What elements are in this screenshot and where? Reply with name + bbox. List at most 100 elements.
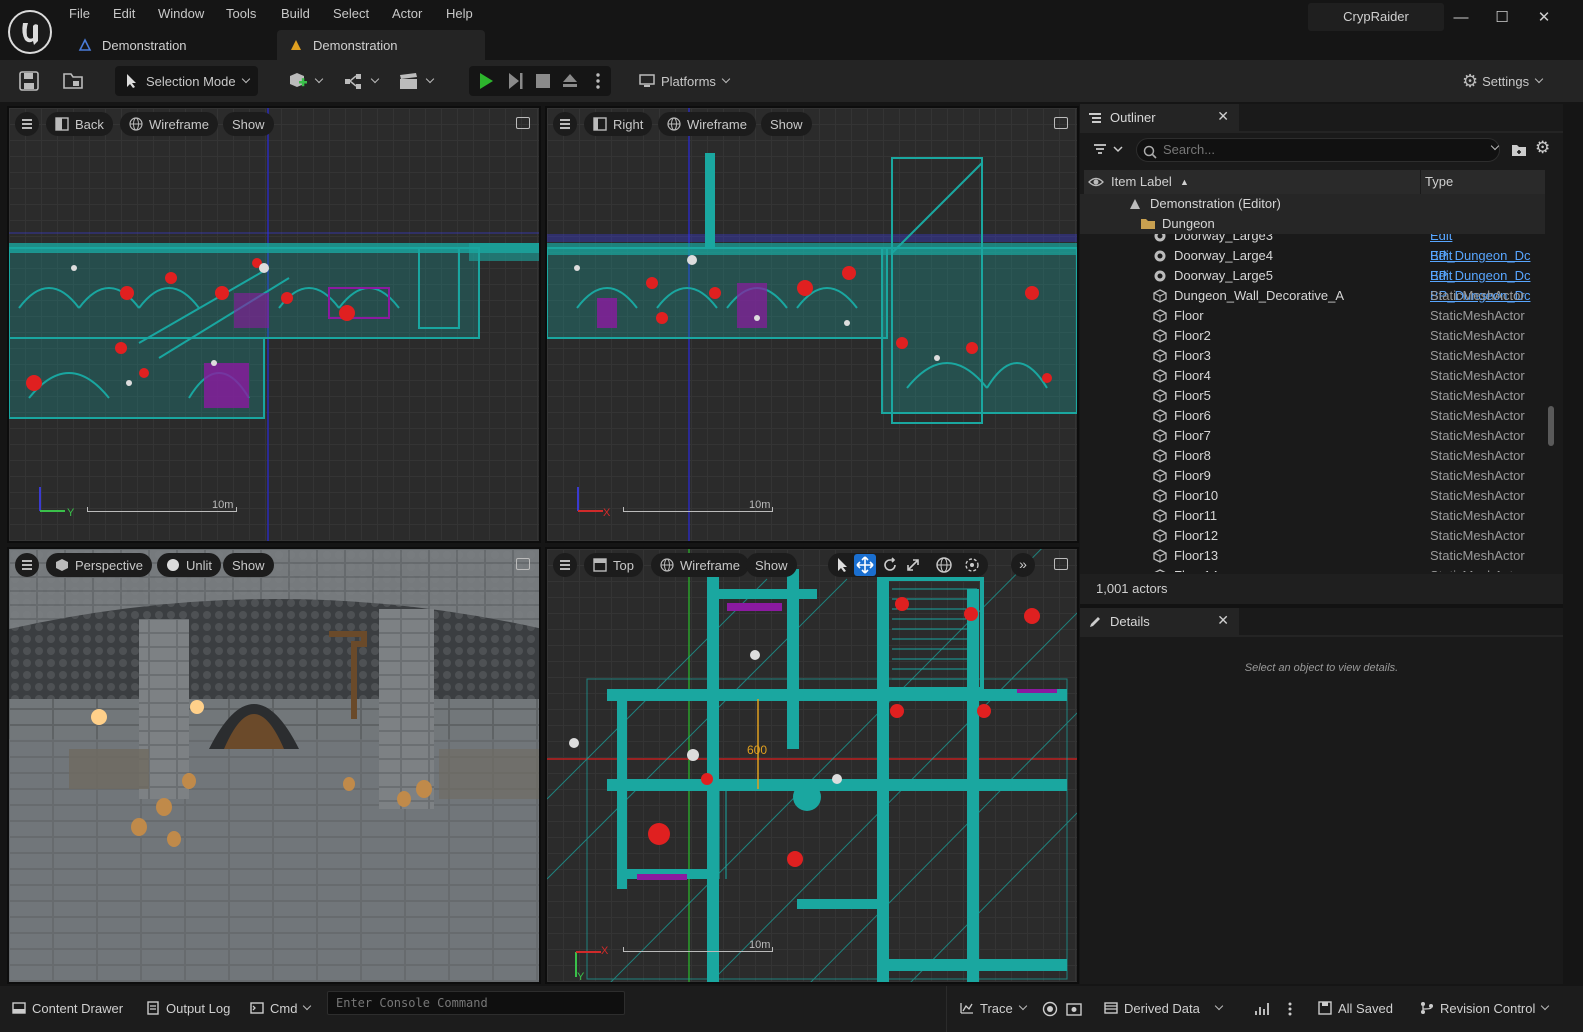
column-header-type[interactable]: Type bbox=[1420, 170, 1545, 194]
translate-tool-button[interactable] bbox=[854, 554, 876, 576]
maximize-viewport-icon[interactable] bbox=[1054, 117, 1068, 129]
menu-actor[interactable]: Actor bbox=[392, 6, 422, 21]
outliner-row[interactable]: Floor12 StaticMeshActor bbox=[1080, 526, 1545, 546]
show-button[interactable]: Show bbox=[223, 112, 274, 136]
console-command-input[interactable]: Enter Console Command bbox=[327, 991, 625, 1015]
stop-icon[interactable] bbox=[534, 72, 552, 90]
show-button[interactable]: Show bbox=[761, 112, 812, 136]
menu-build[interactable]: Build bbox=[281, 6, 310, 21]
surface-snap-icon[interactable] bbox=[963, 556, 981, 574]
menu-file[interactable]: File bbox=[69, 6, 90, 21]
menu-select[interactable]: Select bbox=[333, 6, 369, 21]
tree-folder-dungeon[interactable]: Dungeon bbox=[1080, 214, 1545, 234]
maximize-icon[interactable]: ☐ bbox=[1492, 8, 1512, 28]
world-space-icon[interactable] bbox=[935, 556, 953, 574]
maximize-viewport-icon[interactable] bbox=[516, 558, 530, 570]
doc-tab-demonstration-1[interactable]: Demonstration bbox=[66, 30, 276, 60]
outliner-row[interactable]: Floor4 StaticMeshActor bbox=[1080, 366, 1545, 386]
scale-tool-icon[interactable] bbox=[905, 557, 921, 573]
view-type-button[interactable]: Top bbox=[584, 553, 643, 577]
close-outliner-icon[interactable]: ✕ bbox=[1217, 108, 1229, 125]
outliner-row[interactable]: Floor8 StaticMeshActor bbox=[1080, 446, 1545, 466]
doc-tab-demonstration-2[interactable]: Demonstration bbox=[277, 30, 485, 60]
outliner-row[interactable]: Doorway_Large3 Edit BP_Dungeon_Dc bbox=[1080, 234, 1545, 263]
screenshot-icon[interactable] bbox=[1066, 1001, 1082, 1017]
maximize-viewport-icon[interactable] bbox=[516, 117, 530, 129]
view-type-button[interactable]: Right bbox=[584, 112, 653, 136]
outliner-tab[interactable]: Outliner ✕ bbox=[1080, 104, 1239, 131]
revision-control-dropdown[interactable]: Revision Control bbox=[1420, 996, 1550, 1020]
close-icon[interactable]: ✕ bbox=[1534, 8, 1554, 28]
more-tools-icon[interactable]: » bbox=[1011, 553, 1035, 577]
viewport-menu-icon[interactable] bbox=[553, 553, 577, 577]
add-actor-button[interactable] bbox=[287, 66, 329, 96]
filter-icon[interactable] bbox=[1092, 142, 1128, 158]
trace-dropdown[interactable]: Trace bbox=[960, 996, 1027, 1020]
outliner-row[interactable]: Floor13 StaticMeshActor bbox=[1080, 546, 1545, 566]
cmd-dropdown[interactable]: Cmd bbox=[250, 996, 312, 1020]
viewport-back[interactable]: Back Wireframe Show Y 10m bbox=[7, 106, 541, 543]
platforms-dropdown[interactable]: Platforms bbox=[639, 66, 731, 96]
play-icon[interactable] bbox=[477, 72, 495, 90]
menu-tools[interactable]: Tools bbox=[226, 6, 256, 21]
menu-edit[interactable]: Edit bbox=[113, 6, 135, 21]
menu-window[interactable]: Window bbox=[158, 6, 204, 21]
maximize-viewport-icon[interactable] bbox=[1054, 558, 1068, 570]
view-mode-button[interactable]: Wireframe bbox=[658, 112, 756, 136]
all-saved-button[interactable]: All Saved bbox=[1318, 996, 1393, 1020]
outliner-row[interactable]: Floor11 StaticMeshActor bbox=[1080, 506, 1545, 526]
save-icon[interactable] bbox=[19, 71, 39, 91]
outliner-search-input[interactable]: Search... bbox=[1136, 138, 1500, 162]
details-tab[interactable]: Details ✕ bbox=[1080, 608, 1239, 635]
outliner-row[interactable]: Floor3 StaticMeshActor bbox=[1080, 346, 1545, 366]
view-type-button[interactable]: Perspective bbox=[46, 553, 152, 577]
cinematics-button[interactable] bbox=[398, 66, 440, 96]
selection-mode-dropdown[interactable]: Selection Mode bbox=[115, 66, 258, 96]
viewport-perspective[interactable]: Perspective Unlit Show bbox=[7, 547, 541, 984]
column-header-label[interactable]: Item Label ▲ bbox=[1084, 170, 1420, 194]
add-folder-icon[interactable] bbox=[1511, 142, 1527, 158]
close-details-icon[interactable]: ✕ bbox=[1217, 612, 1229, 629]
outliner-row[interactable]: Doorway_Large4 Edit BP_Dungeon_Dc bbox=[1080, 246, 1545, 283]
minimize-icon[interactable]: — bbox=[1451, 8, 1471, 28]
outliner-row[interactable]: Doorway_Large5 Edit BP_Dungeon_Dc bbox=[1080, 266, 1545, 303]
unreal-logo-icon[interactable] bbox=[7, 9, 53, 55]
step-icon[interactable] bbox=[506, 72, 524, 90]
viewport-right[interactable]: Right Wireframe Show X 10m bbox=[545, 106, 1079, 543]
derived-data-dropdown[interactable]: Derived Data bbox=[1104, 996, 1224, 1020]
viewport-top[interactable]: 600 Top Wireframe Show » X Y 10m bbox=[545, 547, 1079, 984]
more-options-icon[interactable] bbox=[1286, 1001, 1294, 1017]
content-browser-icon[interactable] bbox=[62, 71, 84, 91]
outliner-scrollbar[interactable] bbox=[1548, 406, 1554, 446]
view-mode-button[interactable]: Wireframe bbox=[651, 553, 749, 577]
settings-dropdown[interactable]: ⚙ Settings bbox=[1462, 66, 1544, 96]
outliner-row[interactable]: Floor9 StaticMeshActor bbox=[1080, 466, 1545, 486]
show-button[interactable]: Show bbox=[746, 553, 797, 577]
viewport-menu-icon[interactable] bbox=[553, 112, 577, 136]
view-type-button[interactable]: Back bbox=[46, 112, 113, 136]
record-icon[interactable] bbox=[1042, 1001, 1058, 1017]
rotate-tool-icon[interactable] bbox=[882, 557, 898, 573]
output-log-button[interactable]: Output Log bbox=[146, 996, 230, 1020]
select-tool-icon[interactable] bbox=[836, 557, 850, 573]
outliner-row[interactable]: Floor14 StaticMeshActor bbox=[1080, 566, 1545, 572]
content-drawer-button[interactable]: Content Drawer bbox=[12, 996, 123, 1020]
blueprint-button[interactable] bbox=[343, 66, 385, 96]
outliner-row[interactable]: Floor10 StaticMeshActor bbox=[1080, 486, 1545, 506]
viewport-menu-icon[interactable] bbox=[15, 553, 39, 577]
view-mode-button[interactable]: Unlit bbox=[157, 553, 222, 577]
outliner-row[interactable]: Floor7 StaticMeshActor bbox=[1080, 426, 1545, 446]
show-button[interactable]: Show bbox=[223, 553, 274, 577]
source-control-graph-icon[interactable] bbox=[1254, 1001, 1270, 1017]
view-mode-button[interactable]: Wireframe bbox=[120, 112, 218, 136]
outliner-row[interactable]: Dungeon_Wall_Decorative_A StaticMeshActor bbox=[1080, 286, 1545, 306]
tree-root[interactable]: Demonstration (Editor) bbox=[1080, 194, 1545, 214]
eject-icon[interactable] bbox=[561, 71, 579, 89]
outliner-row[interactable]: Floor StaticMeshActor bbox=[1080, 306, 1545, 326]
outliner-row[interactable]: Floor6 StaticMeshActor bbox=[1080, 406, 1545, 426]
visibility-eye-icon[interactable] bbox=[1088, 175, 1104, 189]
viewport-menu-icon[interactable] bbox=[15, 112, 39, 136]
menu-help[interactable]: Help bbox=[446, 6, 473, 21]
outliner-settings-gear-icon[interactable]: ⚙ bbox=[1535, 138, 1550, 158]
outliner-row[interactable]: Floor2 StaticMeshActor bbox=[1080, 326, 1545, 346]
